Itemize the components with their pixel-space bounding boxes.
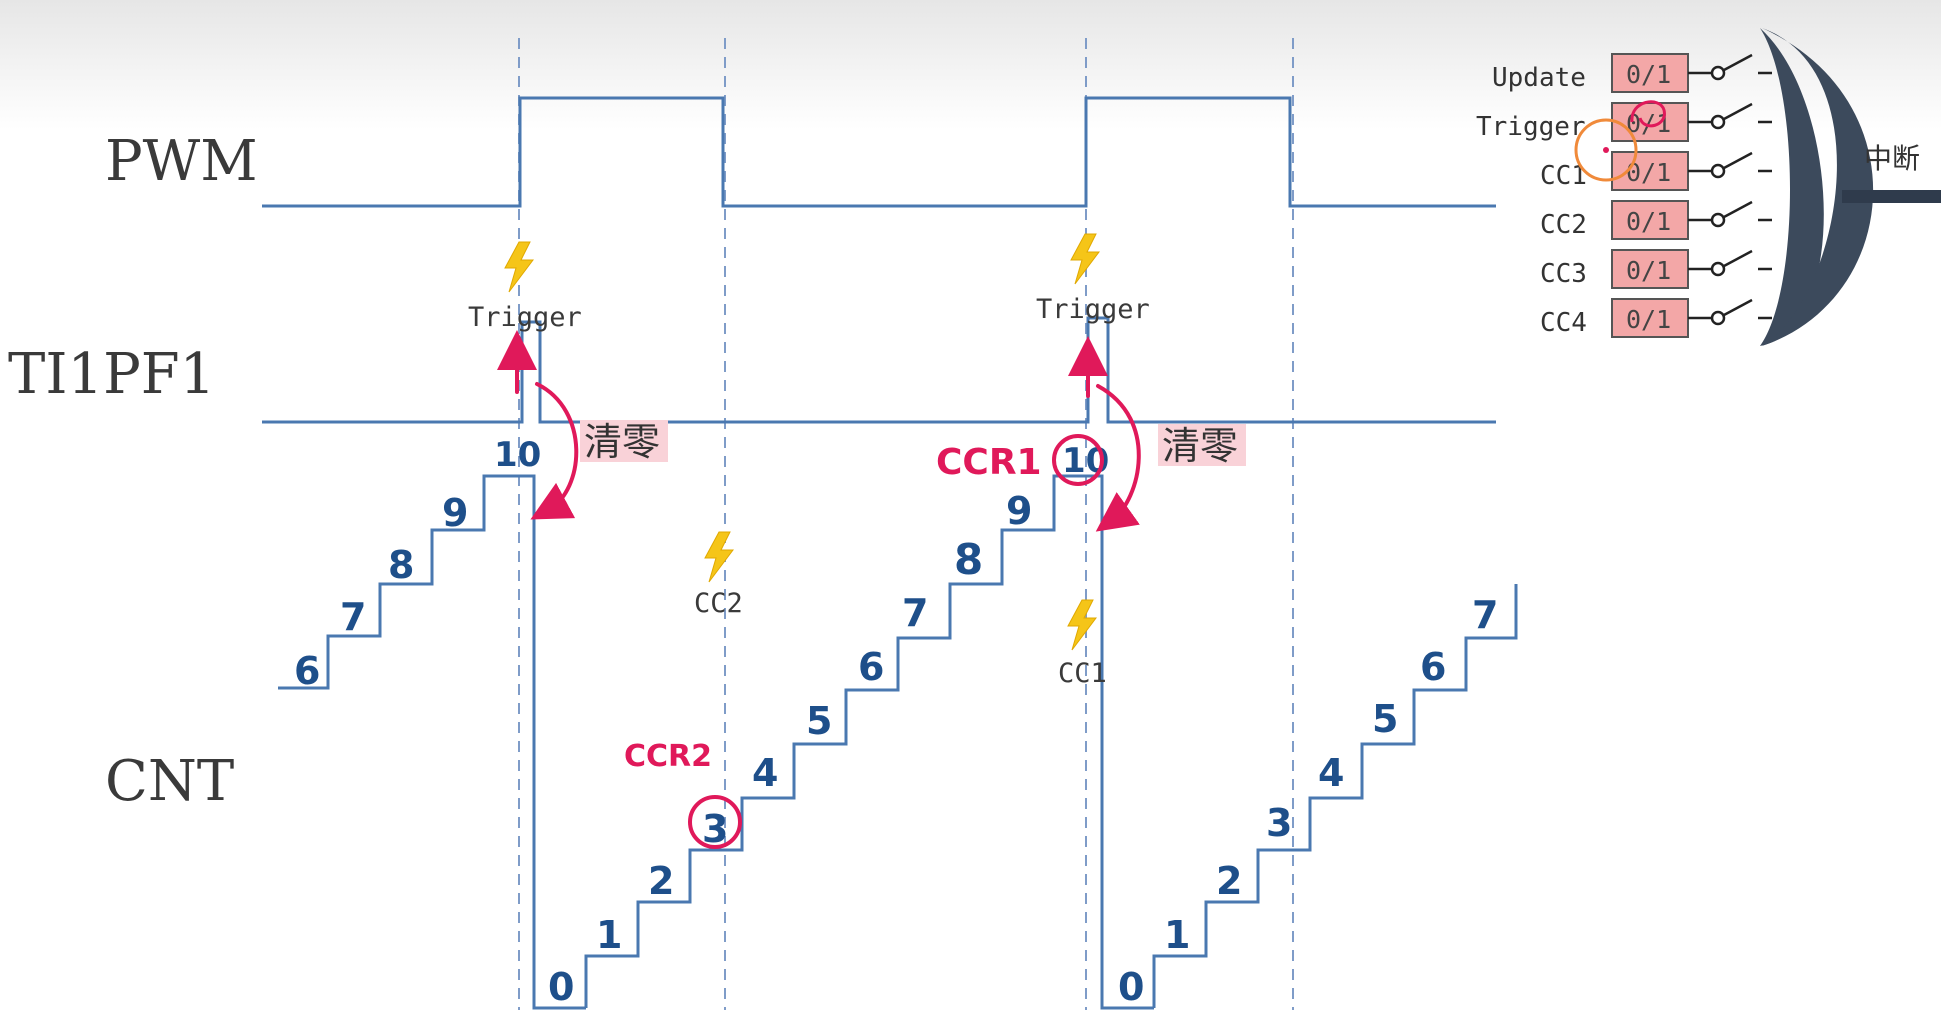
cnt-value: 1: [596, 913, 622, 957]
interrupt-source-label: Update: [1492, 63, 1586, 93]
ccr2-annotation: CCR2: [624, 739, 712, 774]
cnt-label: CNT: [105, 749, 234, 814]
dashed-guides: [518, 38, 1294, 1010]
cnt-value: 0: [548, 965, 574, 1009]
cnt-values-segment-1: 6 7 8 9 10: [294, 435, 541, 693]
cnt-value: 7: [1472, 593, 1498, 637]
cnt-value: 2: [648, 859, 674, 903]
interrupt-source-label: CC4: [1540, 308, 1587, 338]
lightning-icon: [704, 531, 734, 583]
cnt-value: 4: [1318, 751, 1344, 795]
cnt-value: 10: [494, 435, 541, 475]
cnt-values-segment-2: 0 1 2 3 4 5 6 7 8 9 10: [548, 441, 1109, 1009]
lightning-icon: [1067, 599, 1097, 651]
cnt-value: 7: [340, 595, 366, 639]
cnt-value: 1: [1164, 913, 1190, 957]
cc1-event-label: CC1: [1058, 658, 1107, 689]
cnt-value: 9: [1006, 489, 1032, 533]
flag-value: 0/1: [1626, 207, 1671, 236]
cnt-staircase-3: [1152, 584, 1518, 1008]
cnt-value: 0: [1118, 965, 1144, 1009]
cnt-value: 6: [294, 649, 320, 693]
cnt-value: 9: [442, 491, 468, 535]
interrupt-output-label: 中断: [1864, 142, 1920, 175]
cnt-value: 3: [1266, 801, 1292, 845]
cnt-value: 5: [1372, 697, 1398, 741]
cnt-value: 2: [1216, 859, 1242, 903]
clear-label: 清零: [584, 420, 660, 464]
ccr1-annotation: CCR1: [936, 442, 1042, 483]
cnt-value: 7: [902, 591, 928, 635]
cnt-value: 6: [1420, 645, 1446, 689]
cnt-value: 6: [858, 645, 884, 689]
pointer-dot: [1603, 147, 1609, 153]
interrupt-source-label: CC2: [1540, 210, 1587, 240]
flag-value: 0/1: [1626, 305, 1671, 334]
flag-value: 0/1: [1626, 256, 1671, 285]
lightning-icon: [504, 241, 534, 293]
cnt-value: 5: [806, 699, 832, 743]
cnt-values-segment-3: 0 1 2 3 4 5 6 7: [1118, 593, 1498, 1009]
trigger-event-label: Trigger: [1036, 294, 1150, 325]
interrupt-output-line: [1842, 190, 1941, 203]
cnt-value: 8: [388, 543, 414, 587]
cnt-value: 4: [752, 751, 778, 795]
cnt-value: 8: [954, 535, 983, 584]
clear-label: 清零: [1162, 424, 1238, 468]
interrupt-source-label: CC3: [1540, 259, 1587, 289]
interrupt-source-label: Trigger: [1476, 112, 1586, 142]
pwm-label: PWM: [105, 129, 258, 194]
timing-diagram: PWM TI1PF1 CNT 6 7 8 9 10 0 1 2 3 4 5 6 …: [0, 0, 1941, 1010]
trigger-event-label: Trigger: [468, 302, 582, 333]
ti1pf1-waveform: [262, 316, 1496, 424]
cnt-staircase-1: [278, 474, 586, 1010]
flag-value: 0/1: [1626, 60, 1671, 89]
ti1pf1-label: TI1PF1: [8, 342, 215, 407]
cc2-event-label: CC2: [694, 588, 743, 619]
